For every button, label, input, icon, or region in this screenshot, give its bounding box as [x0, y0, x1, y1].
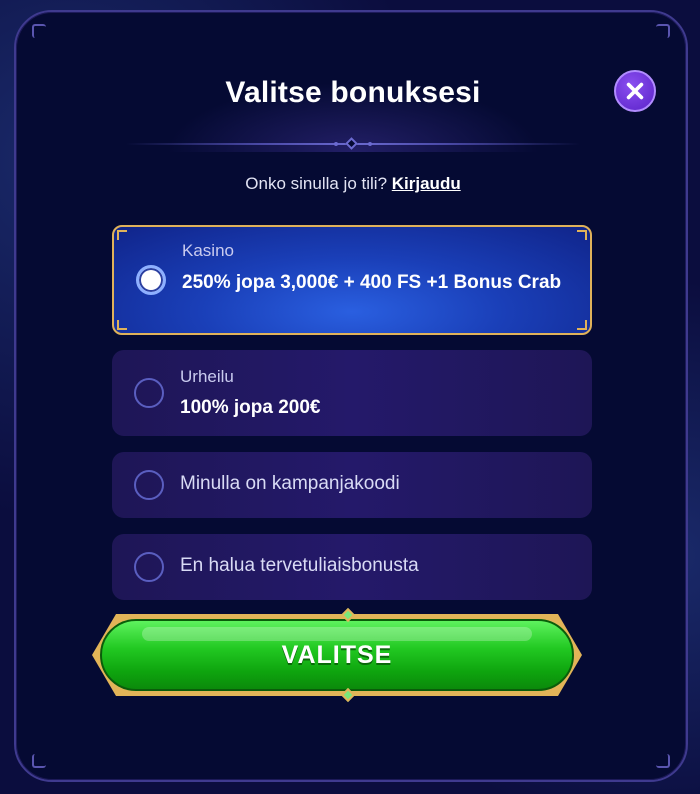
- bonus-option-promo-code[interactable]: Minulla on kampanjakoodi: [112, 452, 592, 518]
- cta-shine: [142, 627, 532, 641]
- divider-dot: [368, 142, 372, 146]
- radio-button[interactable]: [134, 378, 164, 408]
- bonus-option-sports[interactable]: Urheilu 100% jopa 200€: [112, 350, 592, 436]
- option-label: Minulla on kampanjakoodi: [180, 473, 400, 494]
- selected-corner-ornament: [577, 320, 587, 330]
- option-category: Kasino: [182, 241, 234, 260]
- modal-corner-ornament: [656, 24, 670, 38]
- login-link[interactable]: Kirjaudu: [392, 174, 461, 193]
- selected-corner-ornament: [577, 230, 587, 240]
- modal-corner-ornament: [32, 24, 46, 38]
- radio-button[interactable]: [134, 470, 164, 500]
- option-offer: 250% jopa 3,000€ + 400 FS +1 Bonus Crab: [182, 272, 562, 293]
- selected-corner-ornament: [117, 230, 127, 240]
- modal-corner-ornament: [656, 754, 670, 768]
- bonus-option-casino[interactable]: Kasino 250% jopa 3,000€ + 400 FS +1 Bonu…: [112, 225, 592, 335]
- close-icon: [626, 82, 644, 100]
- divider-dot: [334, 142, 338, 146]
- option-label: En halua tervetuliaisbonusta: [180, 555, 419, 576]
- radio-button[interactable]: [134, 552, 164, 582]
- bonus-option-no-bonus[interactable]: En halua tervetuliaisbonusta: [112, 534, 592, 600]
- select-button-label: VALITSE: [281, 640, 393, 669]
- modal-title: Valitse bonuksesi: [225, 76, 481, 109]
- radio-button-selected[interactable]: [136, 265, 166, 295]
- option-category: Urheilu: [180, 367, 234, 386]
- login-prompt-text: Onko sinulla jo tili?: [245, 174, 388, 193]
- close-button[interactable]: [614, 70, 656, 112]
- modal-corner-ornament: [32, 754, 46, 768]
- select-button[interactable]: VALITSE: [100, 619, 574, 691]
- option-offer: 100% jopa 200€: [180, 397, 321, 418]
- login-prompt-line: Onko sinulla jo tili? Kirjaudu: [16, 174, 690, 194]
- cta-wrapper: VALITSE: [92, 607, 582, 703]
- selected-corner-ornament: [117, 320, 127, 330]
